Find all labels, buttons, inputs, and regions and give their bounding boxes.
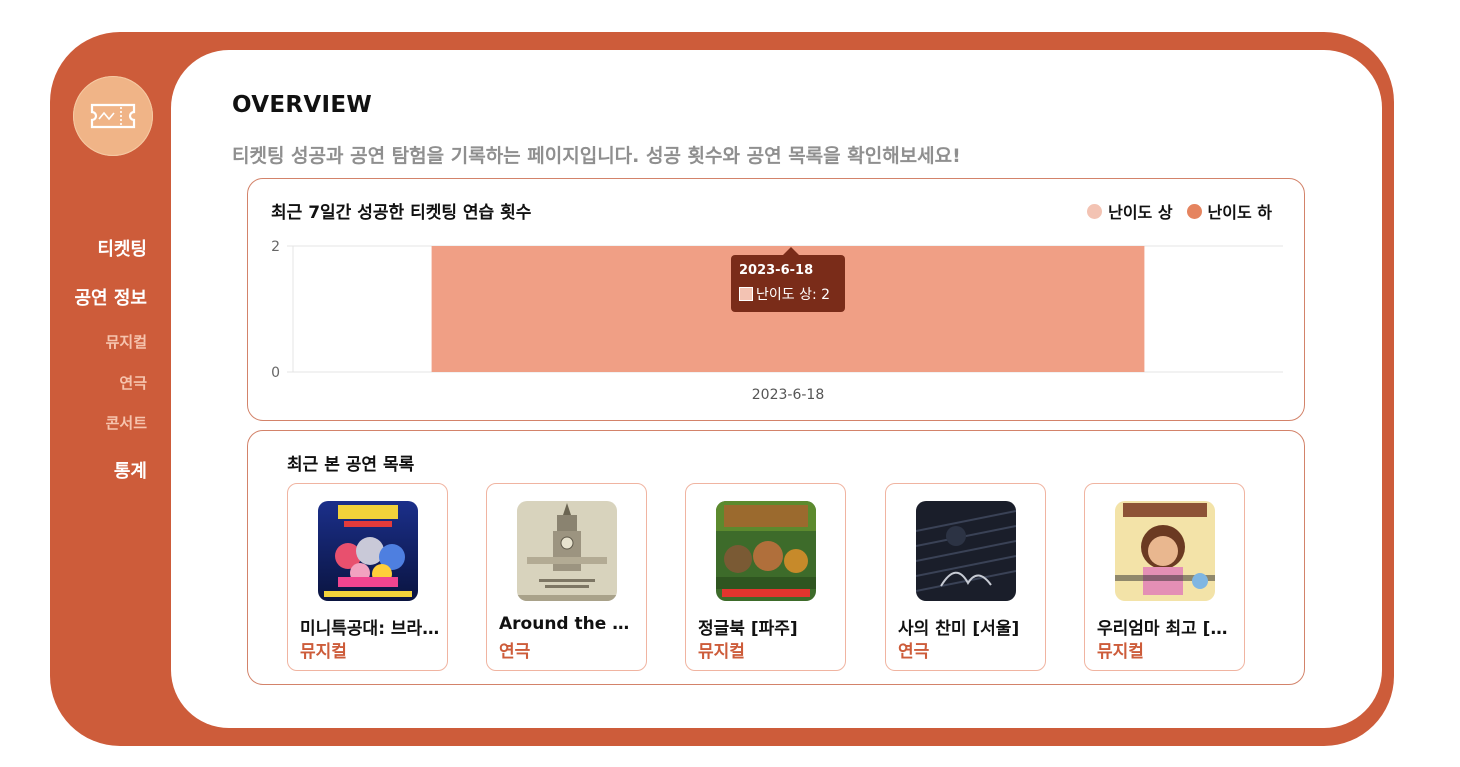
show-card[interactable]: 정글북 [파주] 뮤지컬	[685, 483, 846, 671]
show-genre: 뮤지컬	[1097, 642, 1144, 662]
show-poster[interactable]	[517, 501, 617, 601]
show-card[interactable]: 미니특공대: 브라이트 히어로즈 뮤지컬	[287, 483, 448, 671]
tooltip-value: 난이도 상: 2	[756, 287, 831, 303]
logo[interactable]	[73, 76, 153, 156]
show-name: 정글북 [파주]	[698, 619, 798, 639]
show-card[interactable]: 사의 찬미 [서울] 연극	[885, 483, 1046, 671]
show-genre: 뮤지컬	[300, 642, 347, 662]
sidebar-item-show-info[interactable]: 공연 정보	[50, 284, 147, 310]
show-poster[interactable]	[1115, 501, 1215, 601]
show-name: 사의 찬미 [서울]	[898, 619, 1020, 639]
show-poster[interactable]	[716, 501, 816, 601]
show-name: 미니특공대: 브라이트 히어로즈	[300, 619, 440, 639]
y-tick-label: 0	[271, 365, 280, 381]
show-name: 우리엄마 최고 [서울]	[1097, 619, 1237, 639]
show-name: Around the Clock	[499, 614, 639, 634]
show-genre: 연극	[898, 642, 930, 662]
show-genre: 연극	[499, 642, 531, 662]
sidebar-item-concert[interactable]: 콘서트	[50, 412, 147, 433]
show-card[interactable]: Around the Clock 연극	[486, 483, 647, 671]
page-title: OVERVIEW	[232, 92, 372, 118]
sidebar-item-play[interactable]: 연극	[50, 372, 147, 393]
x-tick-label: 2023-6-18	[752, 387, 824, 403]
y-tick-label: 2	[271, 239, 280, 255]
show-poster[interactable]	[916, 501, 1016, 601]
sidebar-item-statistics[interactable]: 통계	[50, 457, 147, 483]
show-poster[interactable]	[318, 501, 418, 601]
recent-shows-title: 최근 본 공연 목록	[287, 455, 415, 475]
tooltip-row: 난이도 상: 2	[739, 284, 837, 304]
sidebar-item-ticketing[interactable]: 티켓팅	[50, 235, 147, 261]
sidebar-item-musical[interactable]: 뮤지컬	[50, 331, 147, 352]
tooltip-date: 2023-6-18	[739, 263, 814, 278]
recent-shows-card: 최근 본 공연 목록 미니특공대: 브라이트 히어로즈 뮤지컬	[247, 430, 1305, 685]
tooltip-swatch	[739, 287, 753, 301]
show-genre: 뮤지컬	[698, 642, 745, 662]
page-subtitle: 티켓팅 성공과 공연 탐험을 기록하는 페이지입니다. 성공 횟수와 공연 목록…	[232, 145, 961, 167]
show-card[interactable]: 우리엄마 최고 [서울] 뮤지컬	[1084, 483, 1245, 671]
ticket-icon	[90, 103, 136, 129]
chart-tooltip: 2023-6-18 난이도 상: 2	[731, 247, 845, 312]
